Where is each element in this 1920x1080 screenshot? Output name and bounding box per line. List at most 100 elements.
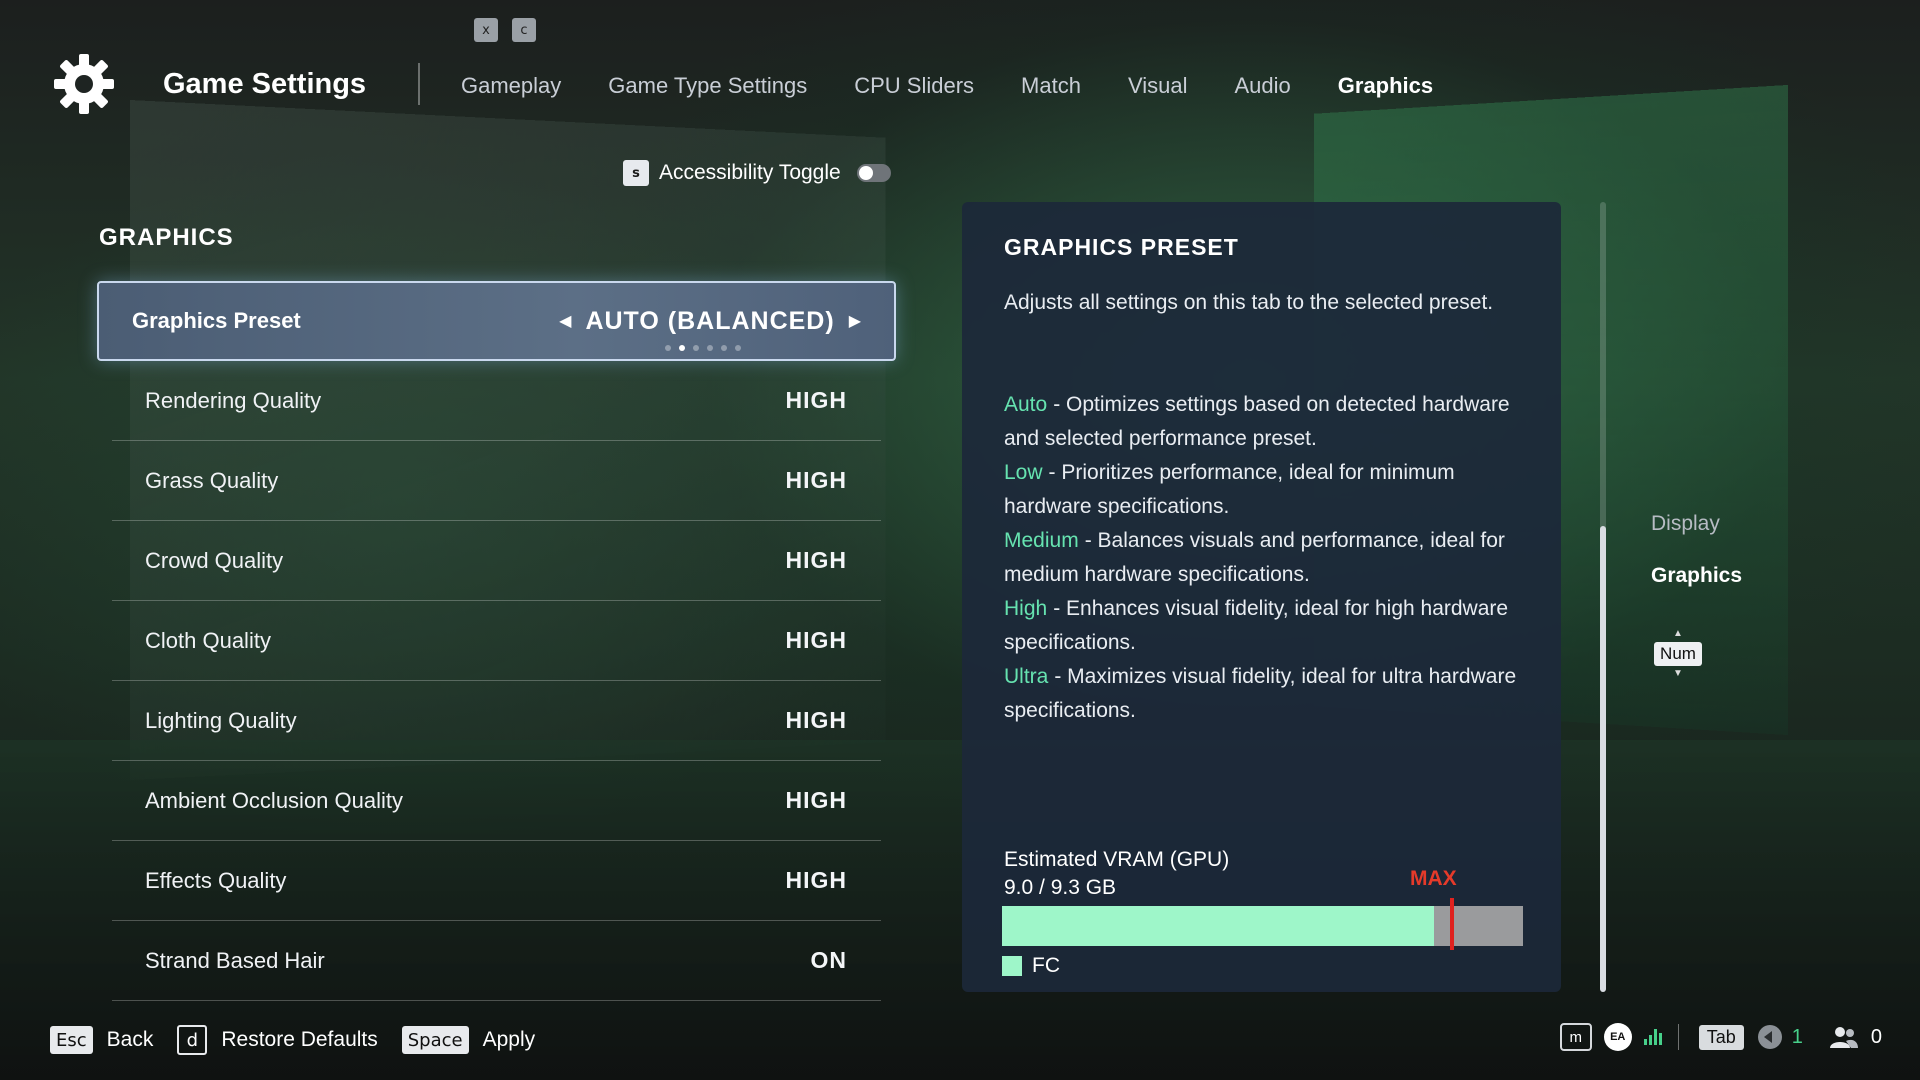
setting-rendering-quality[interactable]: Rendering Quality HIGH: [112, 361, 881, 441]
tab-match[interactable]: Match: [1021, 73, 1081, 99]
info-title: GRAPHICS PRESET: [1004, 234, 1239, 261]
setting-label: Crowd Quality: [145, 548, 283, 574]
tab-bar: Gameplay Game Type Settings CPU Sliders …: [461, 73, 1480, 99]
setting-crowd-quality[interactable]: Crowd Quality HIGH: [112, 521, 881, 601]
legend-label: FC: [1032, 954, 1060, 978]
setting-value: ON: [811, 947, 848, 974]
accessibility-toggle-label: Accessibility Toggle: [659, 161, 841, 185]
setting-label: Strand Based Hair: [145, 948, 325, 974]
page-title: Game Settings: [163, 68, 366, 101]
preset-option-high: High - Enhances visual fidelity, ideal fo…: [1004, 592, 1529, 660]
preset-page-dot: [735, 345, 741, 351]
info-description: Adjusts all settings on this tab to the …: [1004, 286, 1524, 320]
restore-defaults-label: Restore Defaults: [221, 1028, 377, 1052]
vram-legend: FC: [1002, 954, 1060, 978]
restore-defaults-button[interactable]: d Restore Defaults: [177, 1025, 377, 1055]
header-divider: [418, 63, 420, 105]
key-x[interactable]: x: [474, 18, 498, 42]
side-nav-graphics[interactable]: Graphics: [1651, 564, 1742, 588]
setting-value: HIGH: [786, 387, 848, 414]
option-name: High: [1004, 597, 1047, 620]
key-esc: Esc: [50, 1026, 93, 1054]
preset-option-medium: Medium - Balances visuals and performance…: [1004, 524, 1529, 592]
preset-option-list: Auto - Optimizes settings based on detect…: [1004, 388, 1529, 728]
vram-max-label: MAX: [1410, 867, 1457, 891]
key-c[interactable]: c: [512, 18, 536, 42]
setting-graphics-preset[interactable]: Graphics Preset ◀ AUTO (BALANCED) ▶: [97, 281, 896, 361]
arrow-right-icon[interactable]: ▶: [849, 311, 861, 331]
preset-page-dot: [721, 345, 727, 351]
accessibility-toggle[interactable]: [857, 164, 891, 182]
section-title: GRAPHICS: [99, 224, 234, 252]
setting-value: HIGH: [786, 547, 848, 574]
top-key-hints: x c: [474, 18, 536, 42]
option-text: - Enhances visual fidelity, ideal for hi…: [1004, 597, 1508, 654]
preset-selector[interactable]: ◀ AUTO (BALANCED) ▶: [559, 307, 861, 336]
setting-value: HIGH: [786, 627, 848, 654]
setting-lighting-quality[interactable]: Lighting Quality HIGH: [112, 681, 881, 761]
setting-ambient-occlusion-quality[interactable]: Ambient Occlusion Quality HIGH: [112, 761, 881, 841]
preset-value: AUTO (BALANCED): [585, 307, 834, 336]
setting-strand-based-hair[interactable]: Strand Based Hair ON: [112, 921, 881, 1001]
num-key-hint: ▲ Num ▼: [1651, 628, 1705, 680]
friends-icon: [1829, 1025, 1859, 1049]
setting-value: HIGH: [786, 467, 848, 494]
setting-label: Graphics Preset: [132, 308, 301, 334]
preset-option-auto: Auto - Optimizes settings based on detect…: [1004, 388, 1529, 456]
key-m[interactable]: m: [1560, 1023, 1592, 1051]
gear-icon: [52, 52, 116, 116]
setting-label: Lighting Quality: [145, 708, 297, 734]
preset-option-ultra: Ultra - Maximizes visual fidelity, ideal …: [1004, 660, 1529, 728]
side-nav-display[interactable]: Display: [1651, 512, 1742, 536]
key-s: s: [623, 160, 649, 186]
option-name: Ultra: [1004, 665, 1048, 688]
option-name: Medium: [1004, 529, 1079, 552]
preset-page-dot: [665, 345, 671, 351]
arrow-left-icon[interactable]: ◀: [559, 311, 571, 331]
key-tab[interactable]: Tab: [1699, 1025, 1744, 1050]
vram-value: 9.0 / 9.3 GB: [1004, 874, 1229, 902]
vram-max-marker: [1450, 898, 1454, 950]
preset-option-low: Low - Prioritizes performance, ideal for …: [1004, 456, 1529, 524]
tab-cpu-sliders[interactable]: CPU Sliders: [854, 73, 974, 99]
setting-grass-quality[interactable]: Grass Quality HIGH: [112, 441, 881, 521]
status-bar: m EA Tab 1 0: [1560, 1023, 1882, 1051]
voice-count: 1: [1792, 1026, 1803, 1049]
preset-page-dot: [693, 345, 699, 351]
apply-button[interactable]: Space Apply: [402, 1026, 535, 1054]
back-label: Back: [107, 1028, 154, 1052]
preset-page-dot: [679, 345, 685, 351]
tab-graphics[interactable]: Graphics: [1338, 73, 1433, 99]
num-key[interactable]: Num: [1654, 642, 1702, 666]
option-name: Low: [1004, 461, 1043, 484]
setting-effects-quality[interactable]: Effects Quality HIGH: [112, 841, 881, 921]
setting-label: Ambient Occlusion Quality: [145, 788, 403, 814]
preset-page-dots: [665, 345, 741, 351]
status-divider: [1678, 1024, 1679, 1050]
tab-visual[interactable]: Visual: [1128, 73, 1188, 99]
tab-gameplay[interactable]: Gameplay: [461, 73, 561, 99]
settings-list: Graphics Preset ◀ AUTO (BALANCED) ▶ Rend…: [97, 281, 896, 1001]
tab-game-type-settings[interactable]: Game Type Settings: [608, 73, 807, 99]
option-text: - Maximizes visual fidelity, ideal for u…: [1004, 665, 1516, 722]
scrollbar-thumb[interactable]: [1600, 526, 1606, 992]
back-button[interactable]: Esc Back: [50, 1026, 153, 1054]
signal-bars-icon: [1644, 1029, 1662, 1045]
setting-value: HIGH: [786, 787, 848, 814]
apply-label: Apply: [483, 1028, 536, 1052]
option-text: - Prioritizes performance, ideal for min…: [1004, 461, 1455, 518]
vram-bar: [1002, 906, 1523, 946]
side-nav: Display Graphics: [1651, 512, 1742, 616]
option-text: - Optimizes settings based on detected h…: [1004, 393, 1510, 450]
friends-count: 0: [1871, 1026, 1882, 1049]
setting-value: HIGH: [786, 867, 848, 894]
footer-actions: Esc Back d Restore Defaults Space Apply: [50, 1025, 559, 1055]
voice-chat-icon: [1758, 1025, 1782, 1049]
key-space: Space: [402, 1026, 469, 1054]
setting-cloth-quality[interactable]: Cloth Quality HIGH: [112, 601, 881, 681]
scrollbar[interactable]: [1600, 202, 1606, 992]
tab-audio[interactable]: Audio: [1234, 73, 1290, 99]
option-name: Auto: [1004, 393, 1047, 416]
accessibility-toggle-row[interactable]: s Accessibility Toggle: [623, 160, 891, 186]
setting-label: Rendering Quality: [145, 388, 321, 414]
